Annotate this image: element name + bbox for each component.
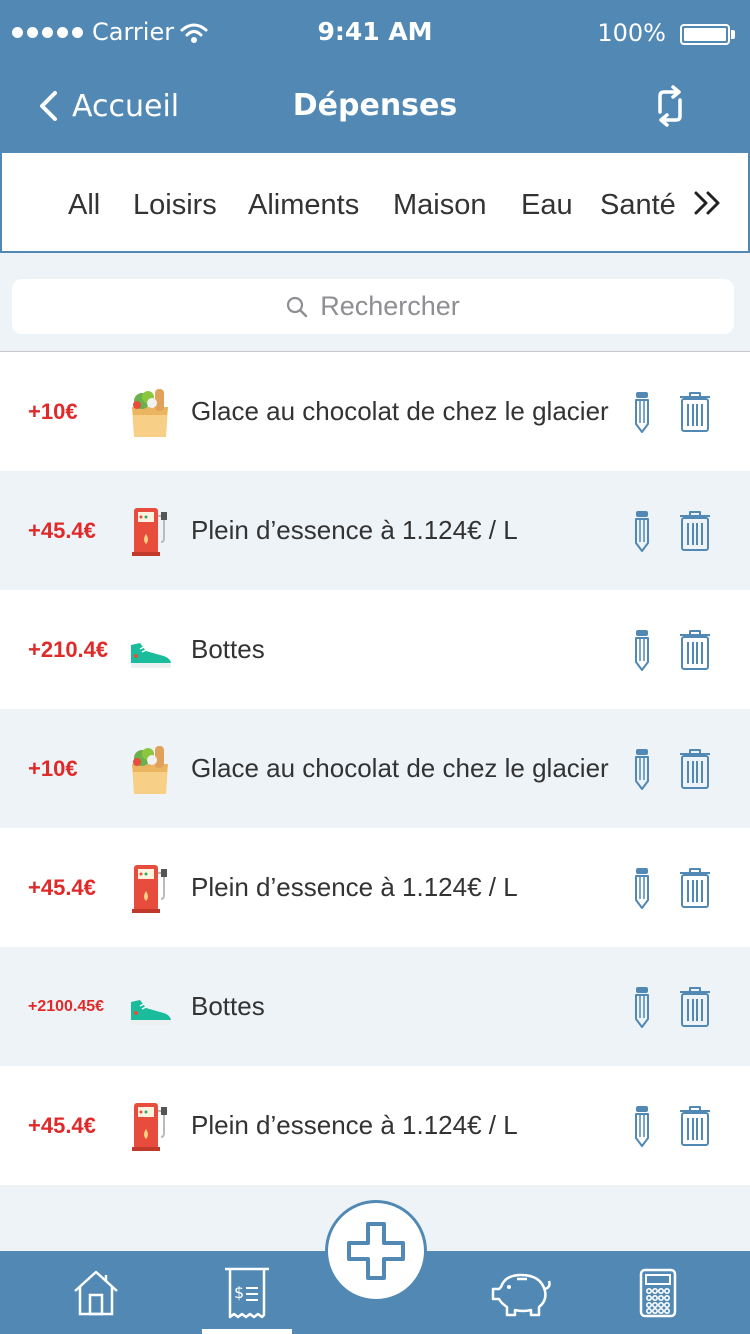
fuel-pump-icon	[128, 861, 174, 915]
category-aliments[interactable]: Aliments	[248, 153, 359, 253]
trash-icon[interactable]	[678, 391, 712, 433]
expense-row[interactable]: +45.4€ Plein d’essence à 1.124€ / L	[0, 828, 750, 947]
receipt-icon: $	[225, 1267, 269, 1318]
battery-tip	[731, 30, 735, 39]
expense-row[interactable]: +2100.45€ Bottes	[0, 947, 750, 1066]
pencil-icon[interactable]	[630, 866, 654, 910]
expense-amount: +45.4€	[28, 874, 96, 900]
calculator-icon	[639, 1268, 677, 1317]
expense-amount: +45.4€	[28, 517, 96, 543]
expense-row[interactable]: +10€ Glace au chocolat de chez le glacier	[0, 352, 750, 471]
status-bar: Carrier 9:41 AM 100%	[0, 0, 750, 66]
tab-savings[interactable]	[475, 1251, 565, 1334]
expense-row[interactable]: +10€ Glace au chocolat de chez le glacier	[0, 709, 750, 828]
tab-expenses[interactable]: $	[202, 1251, 292, 1334]
expense-label: Glace au chocolat de chez le glacier	[191, 396, 609, 426]
category-eau[interactable]: Eau	[521, 153, 573, 253]
sneaker-icon	[128, 980, 174, 1034]
expense-amount: +45.4€	[28, 1112, 96, 1138]
tab-home[interactable]	[51, 1251, 141, 1334]
trash-icon[interactable]	[678, 1105, 712, 1147]
category-sante[interactable]: Santé	[600, 153, 676, 253]
battery-icon	[680, 24, 730, 45]
sync-icon[interactable]	[648, 84, 692, 128]
pencil-icon[interactable]	[630, 747, 654, 791]
search-icon	[287, 296, 308, 317]
grocery-bag-icon	[128, 742, 174, 796]
trash-icon[interactable]	[678, 510, 712, 552]
plus-icon	[347, 1222, 405, 1280]
fuel-pump-icon	[128, 504, 174, 558]
expense-label: Plein d’essence à 1.124€ / L	[191, 872, 518, 902]
expense-label: Bottes	[191, 991, 265, 1021]
add-expense-button[interactable]	[325, 1200, 427, 1302]
expense-label: Bottes	[191, 634, 265, 664]
category-filter-bar: All Loisirs Aliments Maison Eau Santé	[0, 153, 750, 253]
expense-row[interactable]: +45.4€ Plein d’essence à 1.124€ / L	[0, 1066, 750, 1185]
trash-icon[interactable]	[678, 629, 712, 671]
search-placeholder: Rechercher	[320, 291, 460, 321]
chevron-left-icon	[40, 91, 57, 121]
tab-active-indicator	[202, 1329, 292, 1334]
trash-icon[interactable]	[678, 748, 712, 790]
back-label: Accueil	[72, 88, 180, 124]
expense-amount: +10€	[28, 398, 78, 424]
grocery-bag-icon	[128, 385, 174, 439]
expense-label: Plein d’essence à 1.124€ / L	[191, 1110, 518, 1140]
search-input[interactable]: Rechercher	[12, 279, 734, 334]
category-maison[interactable]: Maison	[393, 153, 487, 253]
expense-amount: +10€	[28, 755, 78, 781]
trash-icon[interactable]	[678, 986, 712, 1028]
sneaker-icon	[128, 623, 174, 677]
double-chevron-right-icon[interactable]	[690, 183, 726, 223]
fuel-pump-icon	[128, 1099, 174, 1153]
pencil-icon[interactable]	[630, 509, 654, 553]
expense-list: +10€ Glace au chocolat de chez le glacier…	[0, 352, 750, 1185]
category-loisirs[interactable]: Loisirs	[133, 153, 217, 253]
category-all[interactable]: All	[68, 153, 100, 253]
expense-row[interactable]: +45.4€ Plein d’essence à 1.124€ / L	[0, 471, 750, 590]
expense-amount: +210.4€	[28, 636, 109, 662]
piggy-bank-icon	[491, 1273, 551, 1316]
svg-text:$: $	[234, 1283, 244, 1302]
battery-percent: 100%	[597, 19, 666, 47]
expense-row[interactable]: +210.4€ Bottes	[0, 590, 750, 709]
header: Carrier 9:41 AM 100% Accueil Dépenses	[0, 0, 750, 153]
pencil-icon[interactable]	[630, 985, 654, 1029]
pencil-icon[interactable]	[630, 1104, 654, 1148]
back-button[interactable]: Accueil	[38, 84, 179, 128]
pencil-icon[interactable]	[630, 628, 654, 672]
tab-calculator[interactable]	[613, 1251, 703, 1334]
expense-label: Plein d’essence à 1.124€ / L	[191, 515, 518, 545]
trash-icon[interactable]	[678, 867, 712, 909]
expense-amount: +2100.45€	[28, 997, 105, 1015]
pencil-icon[interactable]	[630, 390, 654, 434]
expense-label: Glace au chocolat de chez le glacier	[191, 753, 609, 783]
home-icon	[74, 1270, 118, 1315]
